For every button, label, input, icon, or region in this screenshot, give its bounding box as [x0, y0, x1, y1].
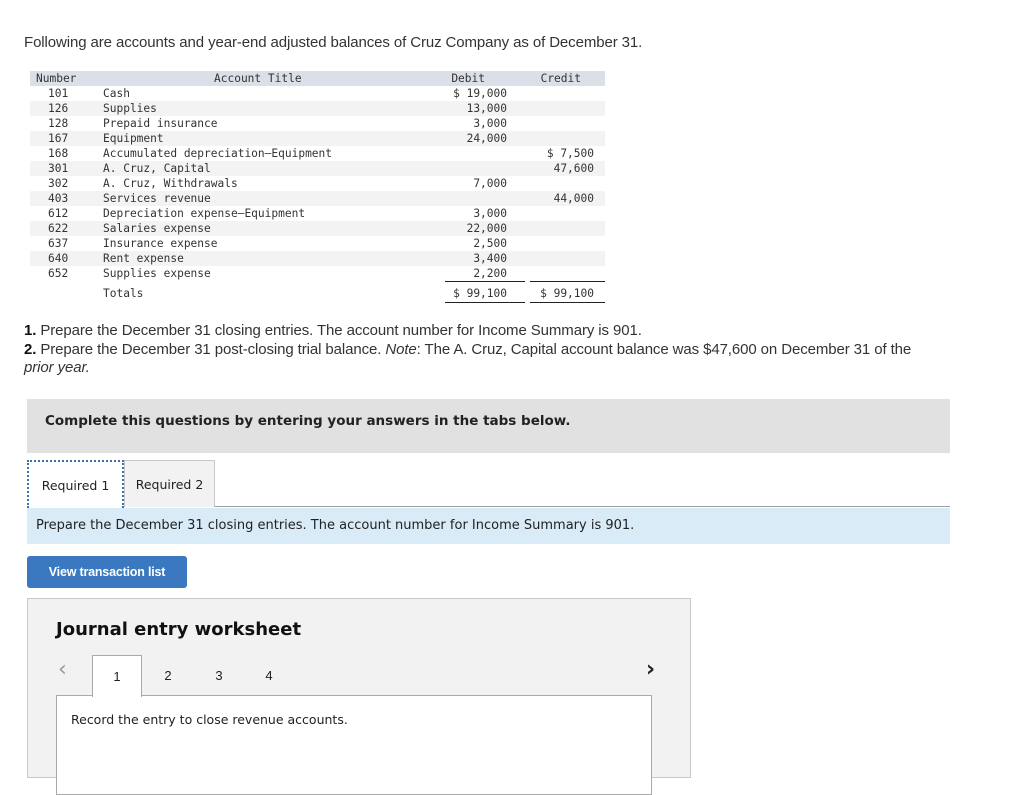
account-title: Salaries expense — [103, 222, 211, 235]
totals-rule-credit — [530, 281, 605, 282]
table-row: 167 Equipment 24,000 — [30, 131, 605, 146]
account-number: 101 — [48, 87, 69, 100]
note-text: : The A. Cruz, Capital account balance w… — [416, 341, 912, 358]
account-title: Services revenue — [103, 192, 211, 205]
question-1-text: Prepare the December 31 closing entries.… — [36, 322, 642, 339]
tab-required-1[interactable]: Required 1 — [27, 460, 124, 508]
tab-required-2[interactable]: Required 2 — [124, 460, 215, 507]
worksheet-entry-panel: Record the entry to close revenue accoun… — [56, 695, 652, 795]
debit-amount: 13,000 — [466, 102, 507, 115]
totals-double-rule-debit — [445, 302, 525, 303]
account-number: 302 — [48, 177, 69, 190]
account-title: Equipment — [103, 132, 164, 145]
account-number: 612 — [48, 207, 69, 220]
chevron-right-icon[interactable]: › — [646, 657, 655, 682]
account-title: Insurance expense — [103, 237, 218, 250]
account-number: 126 — [48, 102, 69, 115]
credit-amount: 47,600 — [553, 162, 594, 175]
header-account-title: Account Title — [214, 72, 302, 85]
account-number: 637 — [48, 237, 69, 250]
totals-rule-debit — [445, 281, 525, 282]
instructions-banner: Complete this questions by entering your… — [27, 399, 950, 453]
table-row: 403 Services revenue 44,000 — [30, 191, 605, 206]
problem-intro: Following are accounts and year-end adju… — [24, 34, 643, 51]
account-title: A. Cruz, Capital — [103, 162, 211, 175]
account-number: 640 — [48, 252, 69, 265]
instruction-text: Prepare the December 31 closing entries.… — [36, 518, 635, 533]
table-row: 301 A. Cruz, Capital 47,600 — [30, 161, 605, 176]
note-label: Note — [385, 341, 417, 358]
table-row: 168 Accumulated depreciation—Equipment $ 7… — [30, 146, 605, 161]
account-title: Cash — [103, 87, 130, 100]
account-title: Depreciation expense—Equipment — [103, 207, 306, 220]
header-credit: Credit — [540, 72, 581, 85]
entry-instruction: Record the entry to close revenue accoun… — [71, 712, 348, 727]
debit-amount: 3,400 — [473, 252, 507, 265]
worksheet-page-1[interactable]: 1 — [92, 655, 142, 697]
account-title: A. Cruz, Withdrawals — [103, 177, 238, 190]
account-title: Rent expense — [103, 252, 184, 265]
question-2: 2. Prepare the December 31 post-closing … — [24, 341, 911, 358]
account-title: Prepaid insurance — [103, 117, 218, 130]
table-row: 101 Cash $ 19,000 — [30, 86, 605, 101]
credit-amount: 44,000 — [553, 192, 594, 205]
table-row: 640 Rent expense 3,400 — [30, 251, 605, 266]
worksheet-title: Journal entry worksheet — [56, 619, 302, 640]
requirement-tabs: Required 1 Required 2 — [27, 460, 950, 508]
view-transaction-list-button[interactable]: View transaction list — [27, 556, 187, 588]
debit-amount: 22,000 — [466, 222, 507, 235]
totals-label: Totals — [103, 287, 144, 300]
worksheet-page-3[interactable]: 3 — [195, 655, 243, 696]
credit-amount: $ 7,500 — [546, 147, 594, 160]
debit-amount: 7,000 — [473, 177, 507, 190]
account-number: 622 — [48, 222, 69, 235]
debit-amount: 3,000 — [473, 207, 507, 220]
account-number: 652 — [48, 267, 69, 280]
requirement-instruction: Prepare the December 31 closing entries.… — [27, 508, 950, 544]
account-number: 301 — [48, 162, 69, 175]
account-number: 167 — [48, 132, 69, 145]
question-2-continued: prior year. — [24, 359, 90, 376]
account-title: Accumulated depreciation—Equipment — [103, 147, 333, 160]
worksheet-page-4[interactable]: 4 — [245, 655, 293, 696]
trial-balance-table: Number Account Title Debit Credit 101 Cas… — [30, 71, 605, 305]
debit-amount: 3,000 — [473, 117, 507, 130]
question-1-number: 1. — [24, 322, 37, 339]
note-continued: prior year. — [24, 359, 90, 376]
chevron-left-icon[interactable]: ‹ — [58, 657, 67, 682]
header-debit: Debit — [451, 72, 485, 85]
question-1: 1. Prepare the December 31 closing entri… — [24, 322, 642, 339]
table-row: 128 Prepaid insurance 3,000 — [30, 116, 605, 131]
debit-amount: 2,200 — [473, 267, 507, 280]
banner-text: Complete this questions by entering your… — [45, 413, 571, 429]
table-header: Number Account Title Debit Credit — [30, 71, 605, 86]
account-number: 168 — [48, 147, 69, 160]
debit-amount: $ 19,000 — [453, 87, 507, 100]
table-row: 637 Insurance expense 2,500 — [30, 236, 605, 251]
account-title: Supplies — [103, 102, 157, 115]
account-title: Supplies expense — [103, 267, 211, 280]
journal-entry-worksheet: Journal entry worksheet ‹ 1 2 3 4 › Reco… — [27, 598, 691, 795]
table-row: 652 Supplies expense 2,200 — [30, 266, 605, 281]
table-row: 612 Depreciation expense—Equipment 3,000 — [30, 206, 605, 221]
question-2-text: Prepare the December 31 post-closing tri… — [36, 341, 386, 358]
table-row: 302 A. Cruz, Withdrawals 7,000 — [30, 176, 605, 191]
worksheet-page-2[interactable]: 2 — [144, 655, 192, 696]
header-number: Number — [36, 72, 77, 85]
table-row: 622 Salaries expense 22,000 — [30, 221, 605, 236]
debit-amount: 24,000 — [466, 132, 507, 145]
account-number: 403 — [48, 192, 69, 205]
totals-double-rule-credit — [530, 302, 605, 303]
question-2-number: 2. — [24, 341, 37, 358]
account-number: 128 — [48, 117, 69, 130]
table-row: 126 Supplies 13,000 — [30, 101, 605, 116]
debit-amount: 2,500 — [473, 237, 507, 250]
